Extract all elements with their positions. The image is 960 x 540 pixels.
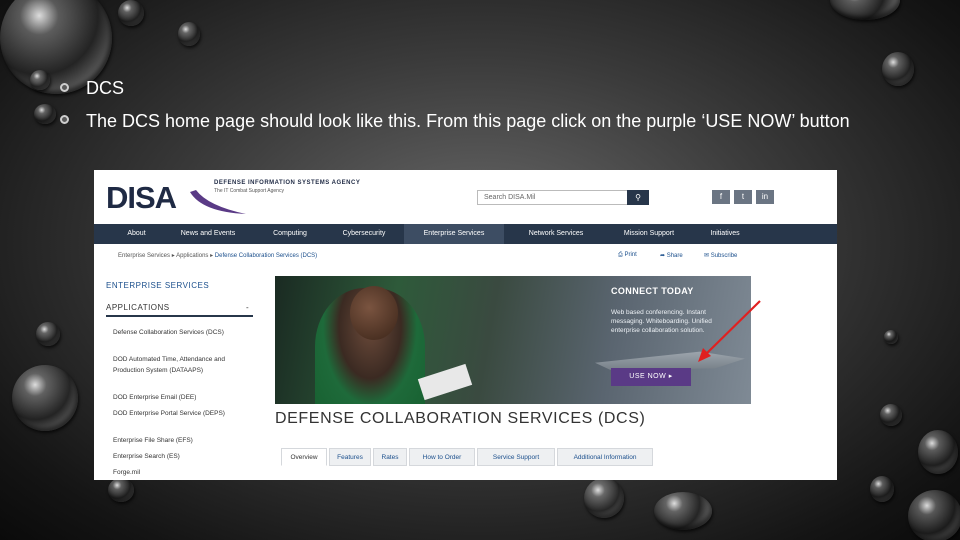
slide-heading: DCS (86, 78, 125, 98)
tab-service-support[interactable]: Service Support (477, 448, 555, 466)
sidebar-item-forge[interactable]: Forge.mil (113, 467, 253, 478)
sidebar-item-efs[interactable]: Enterprise File Share (EFS) (113, 435, 253, 446)
water-droplet (584, 478, 624, 518)
water-droplet (12, 365, 78, 431)
main-nav: About News and Events Computing Cybersec… (94, 224, 837, 244)
water-droplet (654, 492, 712, 530)
subscribe-link[interactable]: ✉ Subscribe (704, 252, 737, 259)
linkedin-icon[interactable]: in (756, 190, 774, 204)
disa-logo[interactable]: DISA (106, 180, 177, 216)
sidebar-item-dcs[interactable]: Defense Collaboration Services (DCS) (113, 327, 253, 338)
water-droplet (908, 490, 960, 540)
water-droplet (884, 330, 898, 344)
use-now-button[interactable]: USE NOW ▸ (611, 368, 691, 386)
water-droplet (30, 70, 50, 90)
subscribe-label: Subscribe (710, 253, 738, 259)
sidebar-item-deps[interactable]: DOD Enterprise Portal Service (DEPS) (113, 408, 253, 419)
breadcrumb: Enterprise Services ▸ Applications ▸ Def… (118, 252, 317, 259)
water-droplet (118, 0, 144, 26)
nav-item-cybersecurity[interactable]: Cybersecurity (328, 224, 400, 244)
breadcrumb-current: Defense Collaboration Services (DCS) (214, 253, 318, 259)
sidebar-item-dataaps[interactable]: DOD Automated Time, Attendance and Produ… (113, 354, 253, 376)
bullet-icon (60, 83, 69, 92)
hero-photo-head (350, 286, 398, 340)
water-droplet (870, 476, 894, 502)
nav-item-initiatives[interactable]: Initiatives (694, 224, 756, 244)
water-droplet (918, 430, 958, 474)
water-droplet (882, 52, 914, 86)
sidebar-title[interactable]: ENTERPRISE SERVICES (106, 281, 209, 290)
sidebar-divider (106, 315, 253, 317)
use-now-label: USE NOW (629, 373, 667, 380)
share-icon: ➦ (660, 253, 667, 259)
share-link[interactable]: ➦ Share (660, 252, 683, 259)
breadcrumb-item[interactable]: Enterprise Services (118, 253, 170, 259)
tab-additional-information[interactable]: Additional Information (557, 448, 653, 466)
page-title: DEFENSE COLLABORATION SERVICES (DCS) (275, 410, 646, 427)
print-label: Print (624, 252, 637, 258)
bullet-icon (60, 115, 69, 124)
water-droplet (178, 22, 200, 46)
search-input[interactable]: Search DISA.Mil (477, 190, 647, 205)
sidebar-subtitle[interactable]: APPLICATIONS (106, 303, 170, 312)
tab-overview[interactable]: Overview (281, 448, 327, 466)
water-droplet (880, 404, 902, 426)
hero-title: CONNECT TODAY (611, 286, 694, 296)
tab-features[interactable]: Features (329, 448, 371, 466)
collapse-icon[interactable]: - (246, 303, 249, 312)
search-icon[interactable]: ⚲ (627, 190, 649, 205)
play-icon: ▸ (668, 373, 673, 380)
sidebar-item-dee[interactable]: DOD Enterprise Email (DEE) (113, 392, 253, 403)
breadcrumb-item[interactable]: Applications (176, 253, 208, 259)
facebook-icon[interactable]: f (712, 190, 730, 204)
subscribe-icon: ✉ (704, 253, 711, 259)
twitter-icon[interactable]: t (734, 190, 752, 204)
nav-item-mission-support[interactable]: Mission Support (606, 224, 692, 244)
share-label: Share (666, 253, 683, 259)
tab-how-to-order[interactable]: How to Order (409, 448, 475, 466)
nav-item-about[interactable]: About (109, 224, 164, 244)
slide-body: The DCS home page should look like this.… (86, 111, 850, 131)
water-droplet (830, 0, 900, 20)
tab-rates[interactable]: Rates (373, 448, 407, 466)
water-droplet (108, 478, 134, 502)
sidebar-item-es[interactable]: Enterprise Search (ES) (113, 451, 253, 462)
nav-item-news-and-events[interactable]: News and Events (164, 224, 252, 244)
hero-banner: CONNECT TODAY Web based conferencing. In… (275, 276, 751, 404)
water-droplet (36, 322, 60, 346)
agency-name: DEFENSE INFORMATION SYSTEMS AGENCY (214, 180, 361, 186)
nav-item-computing[interactable]: Computing (252, 224, 328, 244)
site-header: DISA DEFENSE INFORMATION SYSTEMS AGENCY … (94, 170, 837, 224)
water-droplet (34, 104, 56, 124)
annotation-arrow-icon (698, 300, 761, 362)
print-link[interactable]: ⎙ Print (618, 252, 637, 259)
nav-item-network-services[interactable]: Network Services (508, 224, 604, 244)
agency-tagline: The IT Combat Support Agency (214, 188, 284, 194)
nav-item-enterprise-services[interactable]: Enterprise Services (404, 224, 504, 244)
hero-photo-paper (417, 363, 473, 401)
